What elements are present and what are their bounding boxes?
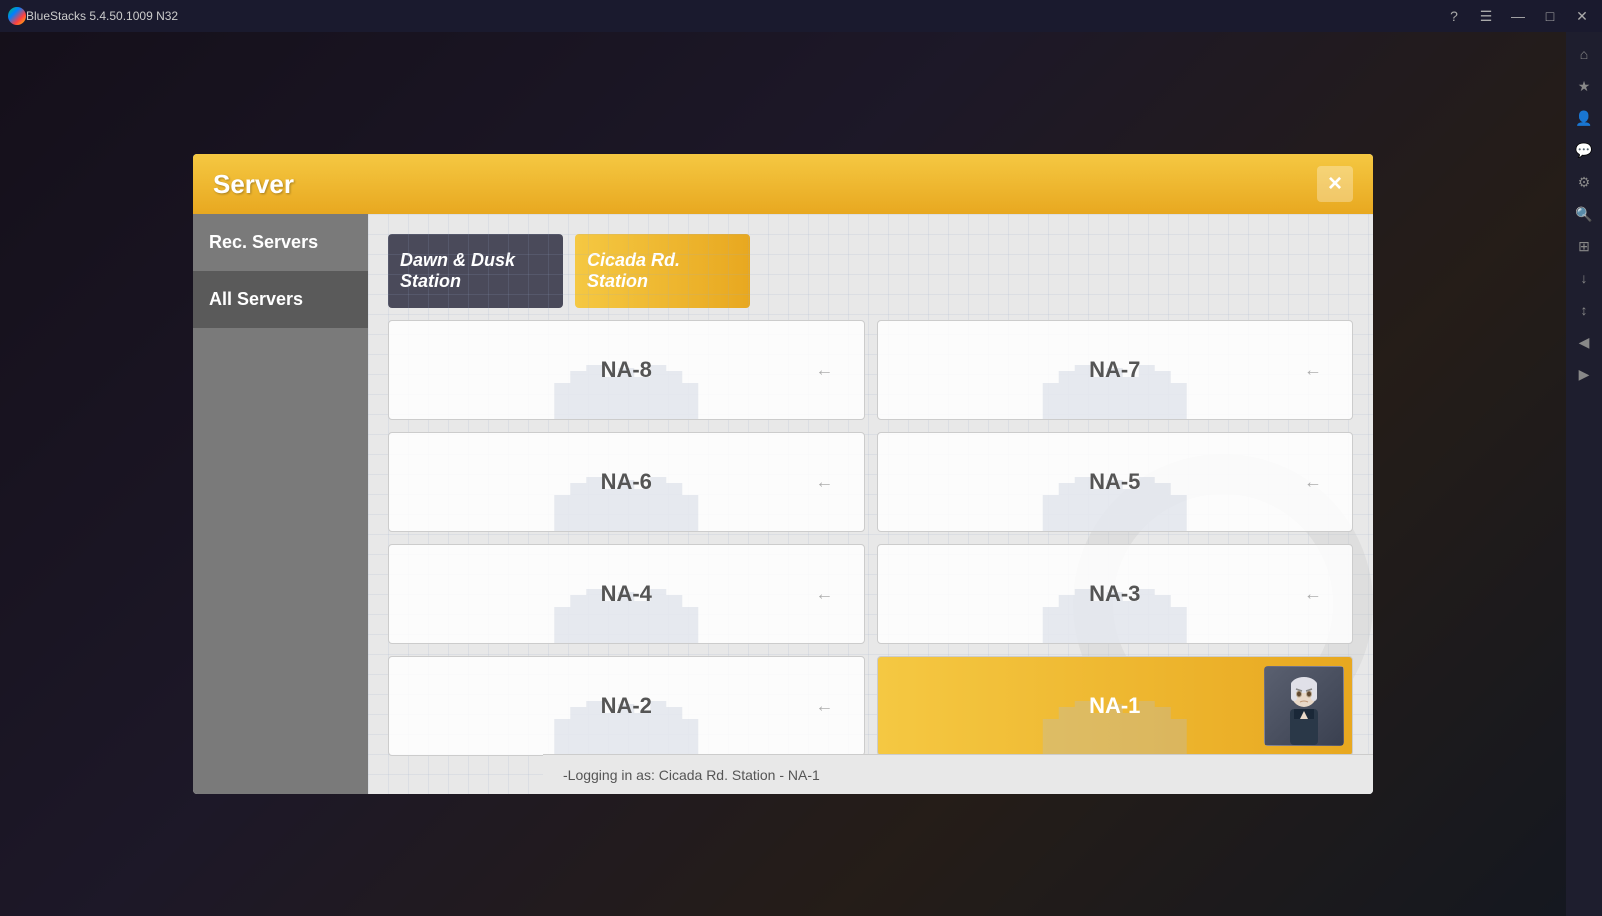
server-arrow-na5: ← (1304, 472, 1322, 493)
server-modal: Server × Rec. Servers All Servers (193, 154, 1373, 794)
server-arrow-na6: ← (816, 472, 834, 493)
right-sidebar: ⌂ ★ 👤 💬 ⚙ 🔍 ⊞ ↓ ↕ ◀ ▶ (1566, 32, 1602, 916)
tool-star[interactable]: ★ (1570, 72, 1598, 100)
tool-person[interactable]: 👤 (1570, 104, 1598, 132)
modal-title: Server (213, 169, 1317, 200)
modal-footer: -Logging in as: Cicada Rd. Station - NA-… (543, 754, 1373, 794)
server-card-na5[interactable]: NA-5 ← (877, 432, 1354, 532)
tool-gear[interactable]: ⚙ (1570, 168, 1598, 196)
topbar: BlueStacks 5.4.50.1009 N32 ? ☰ — □ ✕ (0, 0, 1602, 32)
minimize-icon[interactable]: — (1506, 4, 1530, 28)
server-card-na1[interactable]: NA-1 ← (877, 656, 1354, 756)
server-card-na3[interactable]: NA-3 ← (877, 544, 1354, 644)
menu-icon[interactable]: ☰ (1474, 4, 1498, 28)
tool-grid[interactable]: ⊞ (1570, 232, 1598, 260)
tool-prev[interactable]: ◀ (1570, 328, 1598, 356)
tool-search[interactable]: 🔍 (1570, 200, 1598, 228)
server-card-na8[interactable]: NA-8 ← (388, 320, 865, 420)
server-group-dawn-dusk[interactable]: Dawn & Dusk Station (388, 234, 563, 308)
server-arrow-na3: ← (1304, 584, 1322, 605)
nav-item-all-servers[interactable]: All Servers (193, 271, 368, 328)
modal-header: Server × (193, 154, 1373, 214)
help-icon[interactable]: ? (1442, 4, 1466, 28)
server-arrow-na4: ← (816, 584, 834, 605)
modal-close-button[interactable]: × (1317, 166, 1353, 202)
tool-chat[interactable]: 💬 (1570, 136, 1598, 164)
character-avatar (1264, 666, 1344, 746)
tool-home[interactable]: ⌂ (1570, 40, 1598, 68)
server-group-cicada[interactable]: Cicada Rd. Station (575, 234, 750, 308)
server-card-na7[interactable]: NA-7 ← (877, 320, 1354, 420)
tool-download[interactable]: ↓ (1570, 264, 1598, 292)
tool-arrows[interactable]: ↕ (1570, 296, 1598, 324)
nav-sidebar: Rec. Servers All Servers (193, 214, 368, 794)
server-grid-area: Dawn & Dusk Station Cicada Rd. Station N… (368, 214, 1373, 794)
server-arrow-na2: ← (816, 696, 834, 717)
app-title: BlueStacks 5.4.50.1009 N32 (26, 9, 1442, 23)
maximize-icon[interactable]: □ (1538, 4, 1562, 28)
login-status: -Logging in as: Cicada Rd. Station - NA-… (563, 767, 820, 783)
server-grid: NA-8 ← NA-7 ← NA-6 ← NA-5 (388, 320, 1353, 756)
server-arrow-na8: ← (816, 360, 834, 381)
tool-next[interactable]: ▶ (1570, 360, 1598, 388)
avatar-illustration (1265, 667, 1343, 745)
server-card-na4[interactable]: NA-4 ← (388, 544, 865, 644)
server-card-na2[interactable]: NA-2 ← (388, 656, 865, 756)
bluestacks-logo (8, 7, 26, 25)
server-card-na6[interactable]: NA-6 ← (388, 432, 865, 532)
nav-item-rec-servers[interactable]: Rec. Servers (193, 214, 368, 271)
modal-backdrop: Server × Rec. Servers All Servers (0, 32, 1566, 916)
modal-body: Rec. Servers All Servers Dawn & Dusk Sta… (193, 214, 1373, 794)
topbar-controls: ? ☰ — □ ✕ (1442, 4, 1594, 28)
close-window-icon[interactable]: ✕ (1570, 4, 1594, 28)
server-arrow-na7: ← (1304, 360, 1322, 381)
